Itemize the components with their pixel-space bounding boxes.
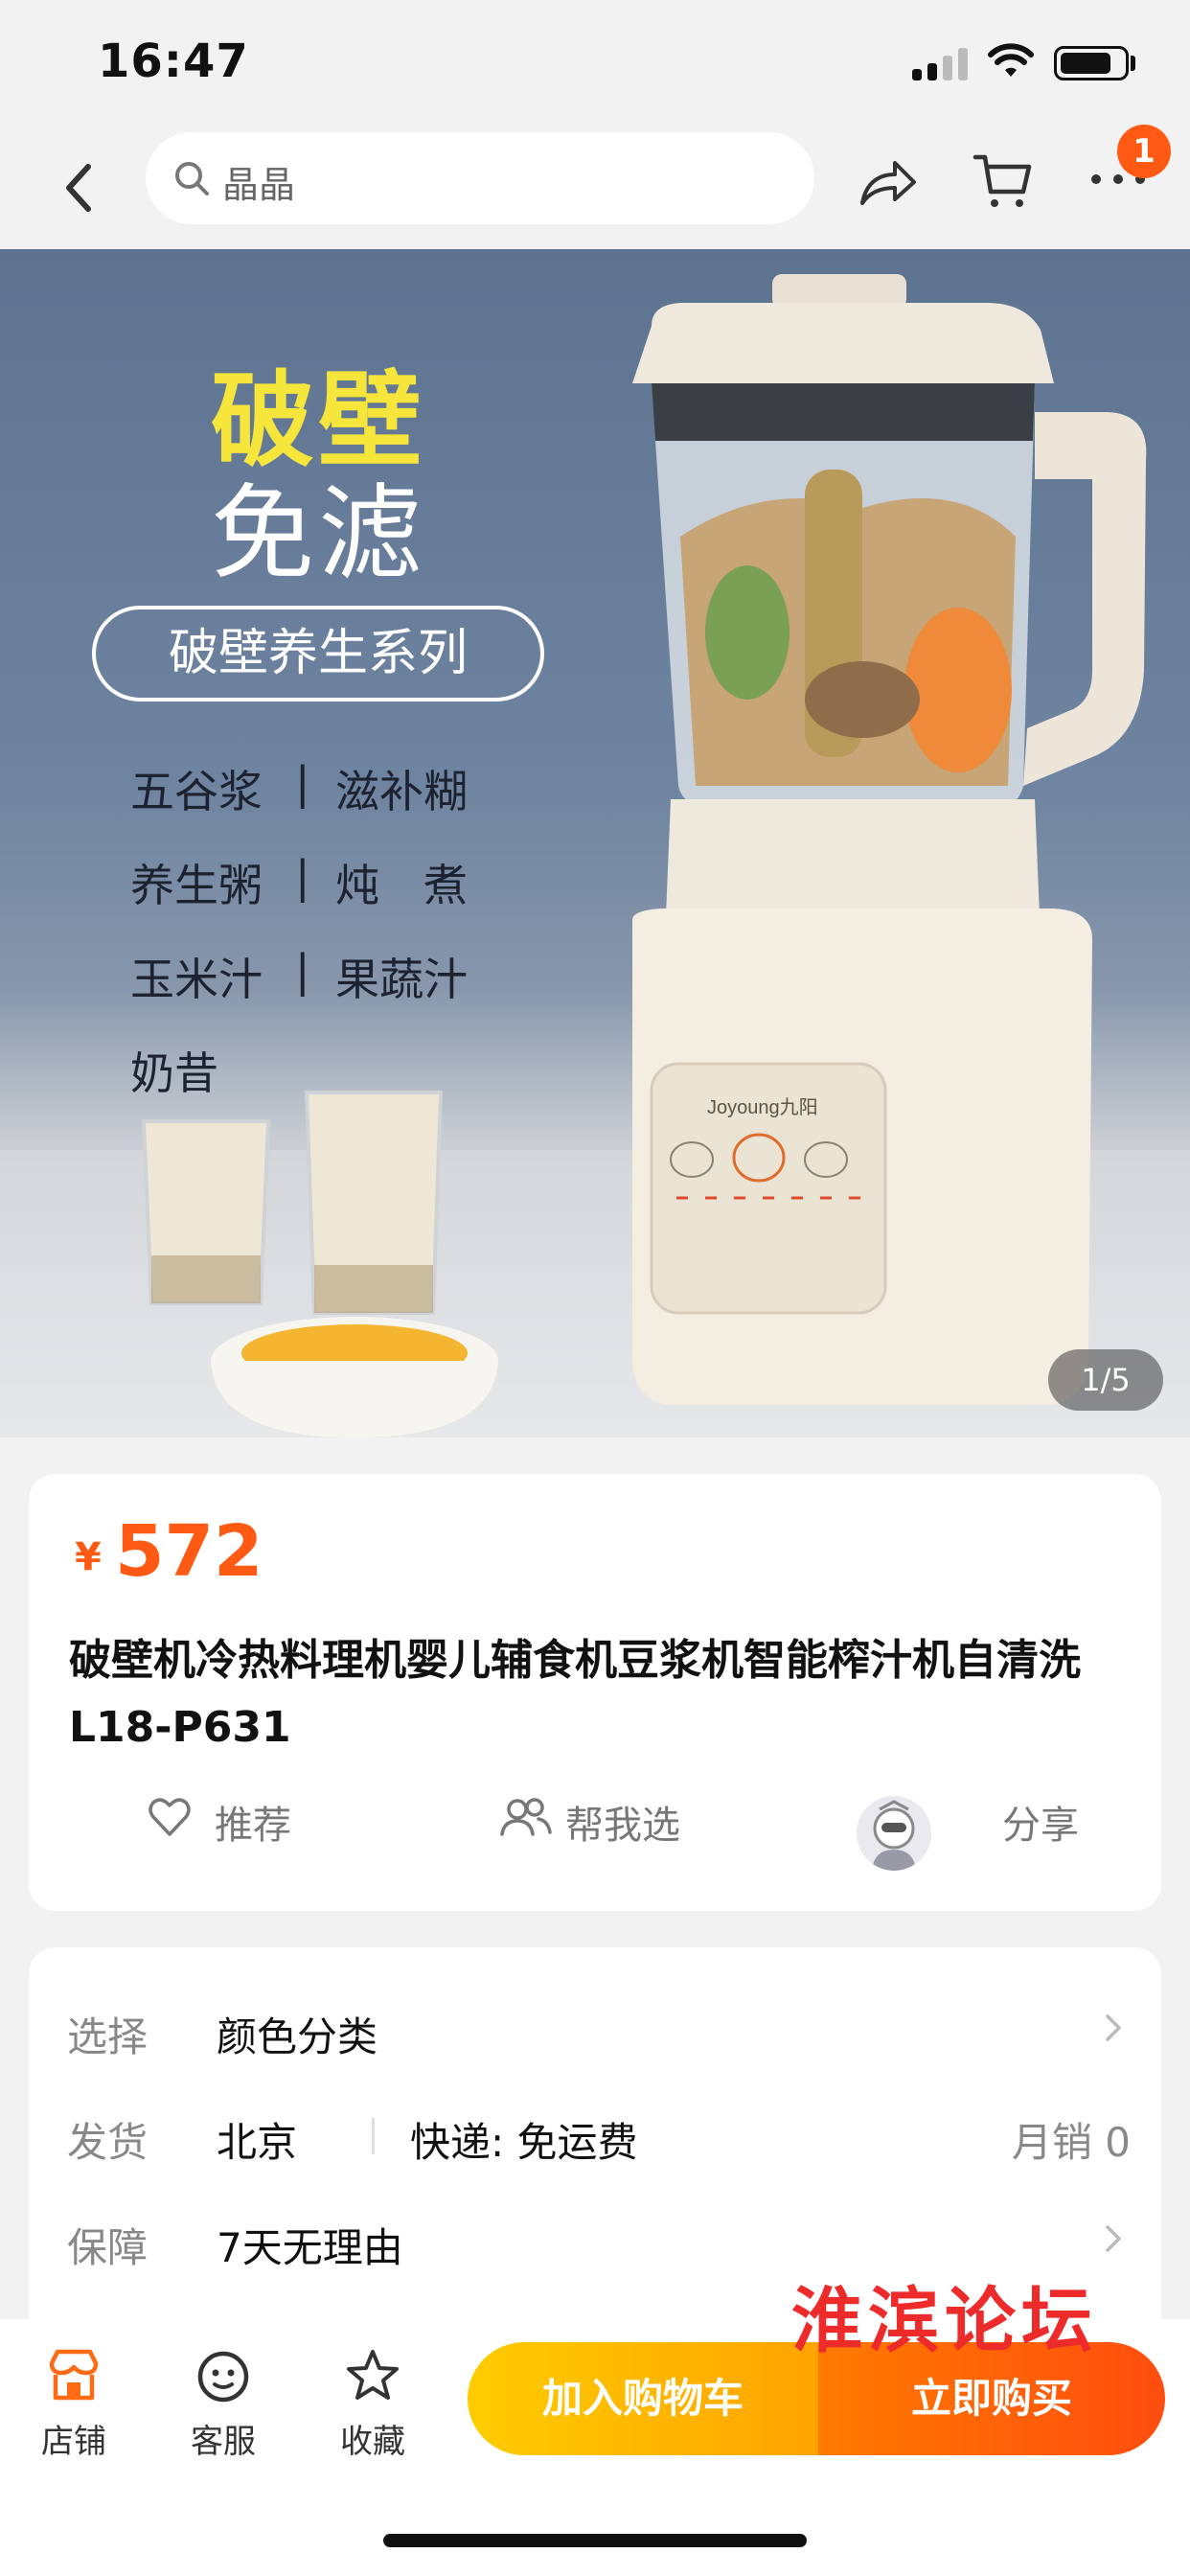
status-bar: 16:47 [0, 0, 1190, 130]
product-summary-card: ¥ 572 破壁机冷热料理机婴儿辅食机豆浆机智能榨汁机自清洗L18-P631 推… [29, 1474, 1161, 1911]
back-arrow-icon[interactable] [50, 153, 107, 220]
divider [372, 2118, 375, 2154]
hero-feature-sep: | [295, 945, 310, 997]
favorite-tab[interactable]: 收藏 [320, 2346, 425, 2480]
chevron-right-icon [1106, 2225, 1121, 2252]
hero-feature-right: 果蔬汁 [335, 954, 468, 1005]
select-value: 颜色分类 [217, 2013, 378, 2060]
product-image-carousel[interactable]: Joyoung九阳 破壁 免滤 破壁养生系列 五谷浆 | 滋补糊 养生粥 | 炖… [0, 249, 1190, 1438]
hero-feature-sep: | [295, 757, 310, 809]
search-query-text: 晶晶 [222, 164, 296, 206]
hero-feature-right: 炖 煮 [335, 860, 468, 911]
shipping-location: 北京 [217, 2119, 298, 2166]
chevron-right-icon [1106, 2014, 1121, 2041]
customer-service-tab[interactable]: 客服 [171, 2346, 276, 2480]
blender-illustration: Joyoung九阳 [632, 274, 1147, 1405]
monthly-sales: 月销 0 [1011, 2119, 1131, 2166]
image-counter: 1/5 [1048, 1349, 1163, 1411]
store-tab[interactable]: 店铺 [21, 2346, 126, 2480]
recommend-label: 推荐 [215, 1804, 291, 1848]
nav-bar: 晶晶 1 [0, 125, 1190, 249]
add-to-cart-button[interactable]: 加入购物车 [468, 2342, 818, 2455]
guarantee-value: 7天无理由 [217, 2224, 403, 2271]
help-choose-label: 帮我选 [565, 1804, 680, 1848]
hero-feature-sep: | [295, 851, 310, 903]
hero-feature-left: 奶昔 [130, 1047, 218, 1099]
battery-icon [1054, 46, 1129, 80]
hero-series-label: 破壁养生系列 [92, 606, 544, 702]
hero-feature-right: 滋补糊 [335, 766, 468, 817]
select-key: 选择 [67, 2013, 149, 2060]
customer-service-label: 客服 [191, 2423, 256, 2461]
hero-feature-left: 玉米汁 [130, 954, 263, 1005]
hero-feature-left: 五谷浆 [130, 766, 263, 817]
status-time: 16:47 [98, 34, 249, 88]
notification-badge: 1 [1117, 125, 1171, 178]
search-icon [175, 162, 209, 196]
heart-icon [149, 1798, 191, 1836]
battery-tip [1131, 56, 1135, 71]
wifi-icon [988, 43, 1034, 77]
currency-symbol: ¥ [75, 1535, 102, 1579]
search-input[interactable]: 晶晶 [146, 132, 814, 224]
chat-face-icon [197, 2351, 249, 2403]
cellular-signal-icon [912, 48, 970, 80]
product-title: 破壁机冷热料理机婴儿辅食机豆浆机智能榨汁机自清洗L18-P631 [69, 1636, 1081, 1752]
cart-icon[interactable] [972, 150, 1033, 211]
device-brand-text: Joyoung九阳 [707, 1096, 818, 1118]
share-label: 分享 [1002, 1804, 1079, 1848]
forum-watermark: 淮滨论坛 [791, 2280, 1098, 2362]
robot-avatar-icon [872, 1800, 916, 1871]
select-option-row[interactable]: 选择 颜色分类 [67, 1995, 1131, 2062]
store-icon [49, 2349, 99, 2401]
favorite-label: 收藏 [340, 2423, 405, 2461]
product-price: 572 [115, 1510, 263, 1593]
share-icon[interactable] [857, 153, 918, 211]
shipping-key: 发货 [67, 2119, 149, 2166]
drink-glasses-illustration [141, 1091, 498, 1438]
store-label: 店铺 [41, 2423, 106, 2461]
hero-headline-2: 免滤 [211, 474, 426, 594]
avatar[interactable] [857, 1796, 931, 1871]
shipping-row: 发货 北京 快递: 免运费 月销 0 [67, 2101, 1131, 2168]
home-indicator[interactable] [383, 2534, 807, 2547]
guarantee-key: 保障 [67, 2224, 149, 2271]
hero-feature-left: 养生粥 [130, 860, 263, 911]
shipping-fee: 快递: 免运费 [410, 2119, 638, 2166]
people-icon [500, 1798, 552, 1836]
star-icon [347, 2350, 399, 2400]
